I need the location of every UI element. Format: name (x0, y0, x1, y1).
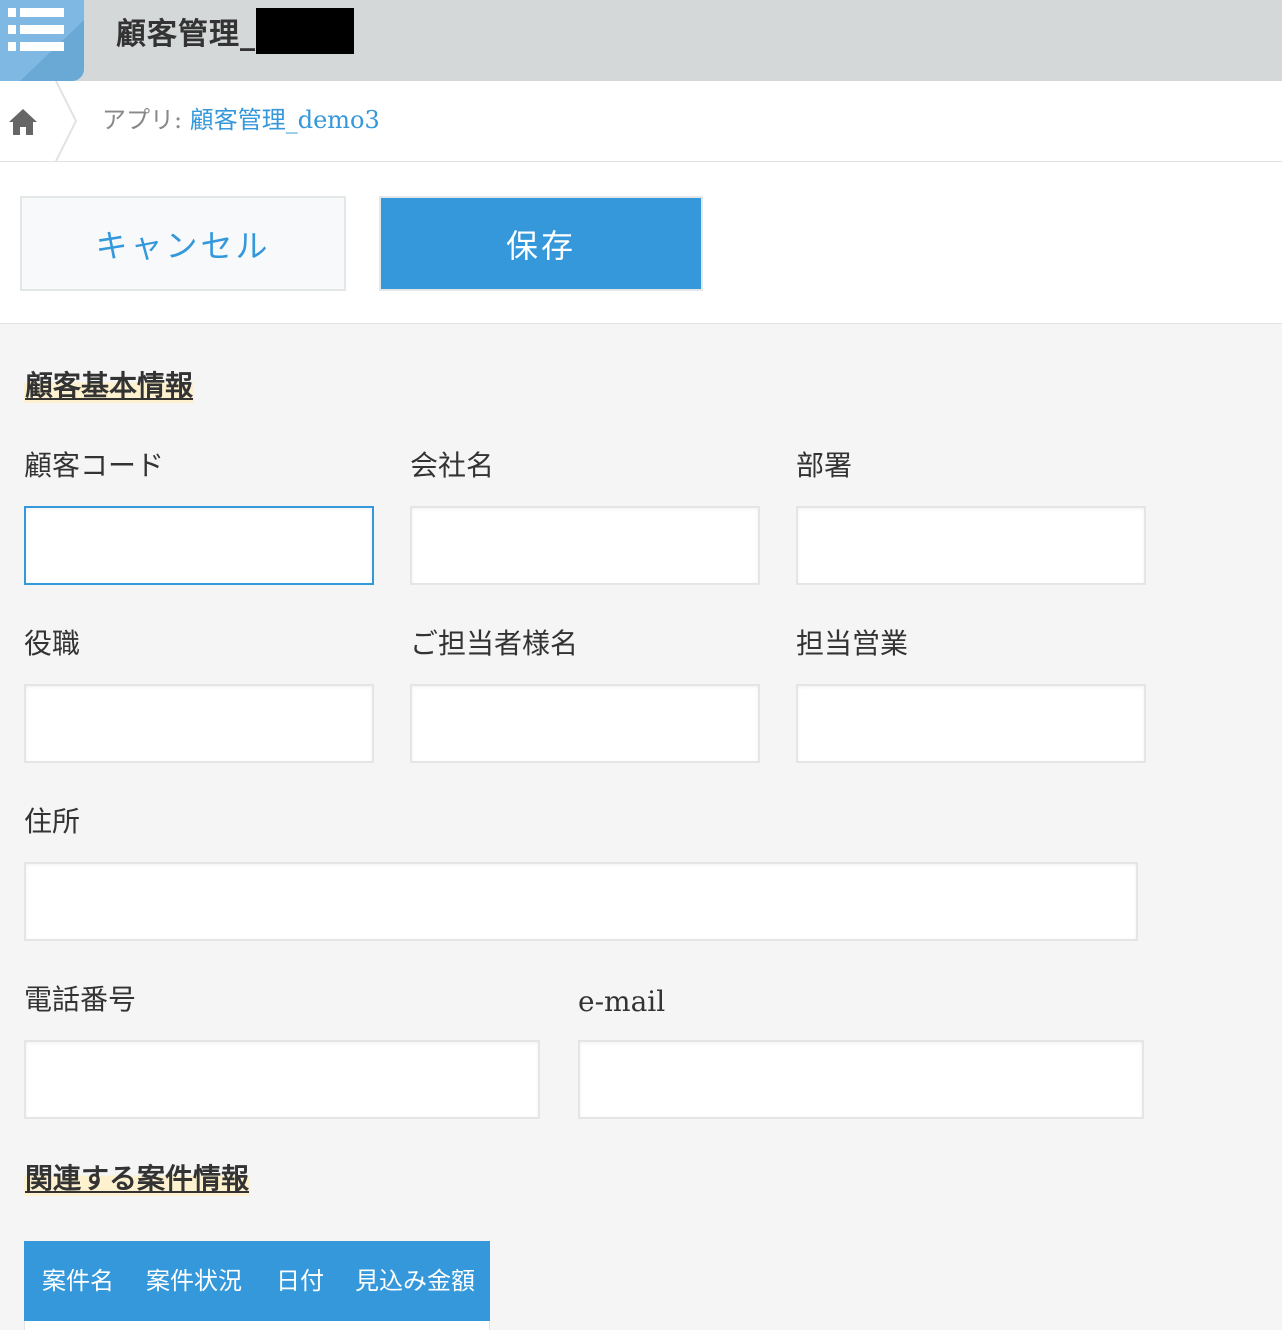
column-header-project-name[interactable]: 案件名 (42, 1264, 114, 1298)
label-contact-name: ご担当者様名 (410, 627, 579, 660)
label-sales-rep: 担当営業 (796, 627, 909, 660)
address-input[interactable] (24, 862, 1138, 941)
breadcrumb: アプリ: 顧客管理_demo3 (0, 81, 1282, 162)
record-form: 顧客基本情報 顧客コード 会社名 部署 役職 ご担当者様名 担当営業 住所 電話… (0, 324, 1282, 1330)
phone-input[interactable] (24, 1040, 540, 1119)
app-header: 顧客管理_ (0, 0, 1282, 81)
app-title: 顧客管理_ (116, 17, 256, 52)
email-input[interactable] (578, 1040, 1144, 1119)
customer-code-input[interactable] (24, 506, 374, 585)
department-input[interactable] (796, 506, 1146, 585)
label-department: 部署 (796, 449, 853, 482)
label-phone: 電話番号 (24, 983, 137, 1016)
save-button[interactable]: 保存 (379, 196, 703, 291)
breadcrumb-separator-icon (55, 81, 78, 161)
toolbar: キャンセル 保存 (0, 162, 1282, 324)
label-customer-code: 顧客コード (24, 449, 165, 482)
related-table-body (24, 1321, 490, 1330)
breadcrumb-current: アプリ: 顧客管理_demo3 (102, 105, 380, 135)
breadcrumb-label: アプリ: (102, 106, 190, 134)
home-button[interactable] (0, 81, 80, 161)
app-title-wrap: 顧客管理_ (116, 8, 354, 54)
breadcrumb-app-link[interactable]: 顧客管理_demo3 (190, 106, 380, 134)
sales-rep-input[interactable] (796, 684, 1146, 763)
label-position: 役職 (24, 627, 81, 660)
cancel-button[interactable]: キャンセル (20, 196, 346, 291)
section-title-basic-info: 顧客基本情報 (24, 369, 195, 403)
list-icon[interactable] (0, 0, 84, 81)
column-header-date[interactable]: 日付 (276, 1264, 324, 1298)
column-header-expected-amount[interactable]: 見込み金額 (355, 1264, 475, 1298)
related-table-header: 案件名 案件状況 日付 見込み金額 (24, 1241, 490, 1321)
redacted-block (256, 8, 354, 54)
column-header-project-status[interactable]: 案件状況 (146, 1264, 242, 1298)
contact-name-input[interactable] (410, 684, 760, 763)
position-input[interactable] (24, 684, 374, 763)
label-email: e-mail (578, 985, 666, 1018)
label-address: 住所 (24, 805, 81, 838)
company-name-input[interactable] (410, 506, 760, 585)
home-icon (9, 109, 37, 135)
section-title-related-projects: 関連する案件情報 (24, 1162, 251, 1196)
label-company-name: 会社名 (410, 449, 495, 482)
